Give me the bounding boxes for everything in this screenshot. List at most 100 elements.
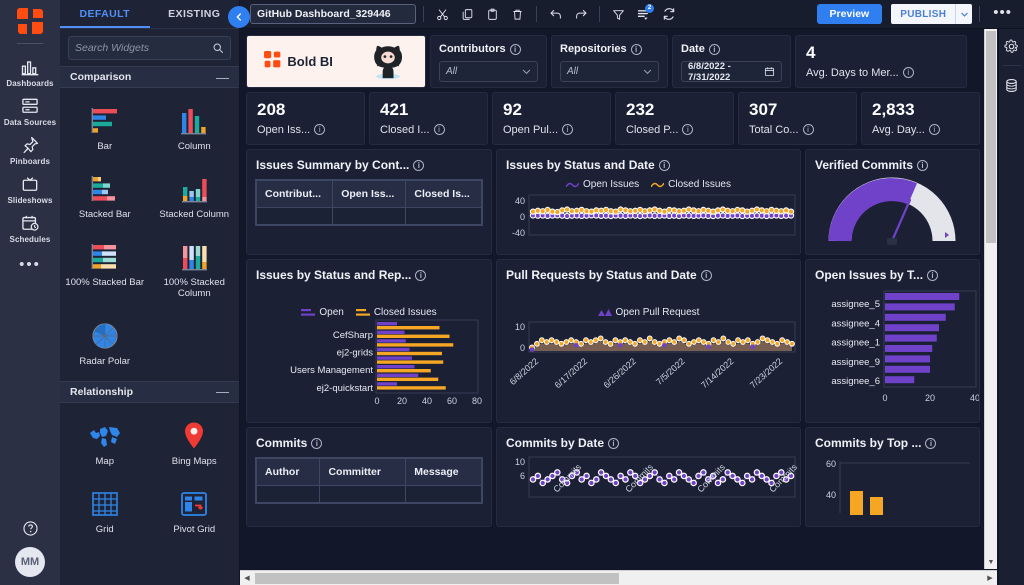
widget-item-stacked-column[interactable]: Stacked Column [150, 164, 240, 232]
column-header[interactable]: Contribut... [257, 181, 333, 208]
canvas-vertical-scrollbar[interactable]: ▲ ▼ [984, 29, 997, 569]
kpi-total-commits[interactable]: 307 Total Co... i [738, 92, 857, 145]
open-issues-by-assignee-widget[interactable]: Open Issues by T... i assignee_5assignee… [805, 259, 980, 423]
commits-grid[interactable]: Author Committer Message [255, 457, 483, 504]
info-icon[interactable]: i [701, 270, 712, 281]
preview-button[interactable]: Preview [817, 4, 883, 24]
filter-button[interactable] [607, 4, 630, 25]
column-header[interactable]: Committer [320, 459, 406, 486]
kpi-closed-pull-requests[interactable]: 232 Closed P... i [615, 92, 734, 145]
widget-item-100-stacked-column[interactable]: 100% Stacked Column [150, 232, 240, 311]
search-icon[interactable] [212, 42, 224, 54]
date-filter-widget[interactable]: Date i 6/8/2022 - 7/31/2022 [672, 35, 791, 88]
kpi-avg-days-to-merge[interactable]: 4 Avg. Days to Mer... i [795, 35, 967, 88]
info-icon[interactable]: i [803, 124, 814, 135]
widget-item-radar-polar[interactable]: Radar Polar [60, 311, 150, 379]
refresh-button[interactable] [657, 4, 680, 25]
help-circle-icon[interactable] [22, 520, 39, 537]
kpi-avg-days[interactable]: 2,833 Avg. Day... i [861, 92, 980, 145]
toolbar-more-button[interactable]: ••• [987, 4, 1018, 25]
sidebar-more-button[interactable]: ••• [19, 257, 41, 272]
legend-item-closed-issues[interactable]: Closed Issues [356, 307, 437, 318]
commits-widget[interactable]: Commits i Author Committer Message [246, 427, 492, 527]
issues-by-status-and-date-widget[interactable]: Issues by Status and Date i Open Issues [496, 149, 801, 255]
tab-default[interactable]: DEFAULT [60, 0, 150, 28]
collapse-minus-icon[interactable]: — [216, 384, 229, 399]
kpi-open-pull-requests[interactable]: 92 Open Pul... i [492, 92, 611, 145]
widget-panel-scroll[interactable]: Comparison — Bar [60, 66, 239, 585]
search-box[interactable] [68, 36, 231, 60]
widget-item-pivot-grid[interactable]: Pivot Grid [150, 479, 240, 547]
pull-requests-by-status-and-date-widget[interactable]: Pull Requests by Status and Date i Open … [496, 259, 801, 423]
kpi-closed-issues[interactable]: 421 Closed I... i [369, 92, 488, 145]
info-icon[interactable]: i [903, 67, 914, 78]
column-header[interactable]: Author [257, 459, 320, 486]
scroll-right-button[interactable]: ▶ [983, 571, 997, 585]
info-icon[interactable]: i [925, 438, 936, 449]
delete-button[interactable] [506, 4, 529, 25]
cut-button[interactable] [431, 4, 454, 25]
widget-group-relationship-header[interactable]: Relationship — [60, 381, 239, 403]
scroll-left-button[interactable]: ◀ [240, 571, 254, 585]
widget-item-bar[interactable]: Bar [60, 96, 150, 164]
boldbi-logo[interactable] [17, 8, 43, 34]
legend-item-open[interactable]: Open [301, 307, 343, 318]
canvas-horizontal-scrollbar[interactable]: ◀ ▶ [240, 570, 997, 585]
info-icon[interactable]: i [682, 124, 693, 135]
widget-item-bing-maps[interactable]: Bing Maps [150, 411, 240, 479]
info-icon[interactable]: i [631, 44, 642, 55]
info-icon[interactable]: i [917, 160, 928, 171]
sidebar-item-pinboards[interactable]: Pinboards [0, 130, 60, 169]
data-button[interactable] [1001, 74, 1023, 96]
avatar[interactable]: MM [15, 547, 45, 577]
collapse-minus-icon[interactable]: — [216, 70, 229, 85]
widget-group-comparison-header[interactable]: Comparison — [60, 66, 239, 88]
sidebar-item-dashboards[interactable]: Dashboards [0, 52, 60, 91]
search-input[interactable] [75, 42, 212, 54]
dashboard-title-input[interactable] [250, 4, 416, 24]
table-row[interactable] [257, 208, 482, 225]
panel-collapse-button[interactable] [228, 6, 250, 28]
info-icon[interactable]: i [510, 44, 521, 55]
undo-button[interactable] [544, 4, 567, 25]
date-range-picker[interactable]: 6/8/2022 - 7/31/2022 [681, 61, 782, 82]
tab-existing[interactable]: EXISTING [150, 0, 240, 28]
widget-item-100-stacked-bar[interactable]: 100% Stacked Bar [60, 232, 150, 311]
settings-button[interactable] [1001, 35, 1023, 57]
widget-item-grid[interactable]: Grid [60, 479, 150, 547]
redo-button[interactable] [569, 4, 592, 25]
info-icon[interactable]: i [434, 124, 445, 135]
table-row[interactable] [257, 486, 482, 503]
sidebar-item-data-sources[interactable]: Data Sources [0, 91, 60, 130]
widget-item-stacked-bar[interactable]: Stacked Bar [60, 164, 150, 232]
legend-item-open-pull-request[interactable]: Open Pull Request [598, 307, 700, 318]
column-header[interactable]: Message [406, 459, 482, 486]
vertical-scroll-thumb[interactable] [986, 31, 996, 243]
info-icon[interactable]: i [415, 270, 426, 281]
publish-dropdown-button[interactable] [955, 4, 972, 24]
issues-summary-by-contributor-widget[interactable]: Issues Summary by Cont... i Contribut...… [246, 149, 492, 255]
widget-item-map[interactable]: Map [60, 411, 150, 479]
legend-item-open-issues[interactable]: Open Issues [566, 179, 639, 190]
scroll-down-button[interactable]: ▼ [985, 556, 997, 569]
contributors-filter-widget[interactable]: Contributors i All [430, 35, 547, 88]
paste-button[interactable] [481, 4, 504, 25]
issues-summary-grid[interactable]: Contribut... Open Iss... Closed Is... [255, 179, 483, 226]
filter-overview-button[interactable]: 2 [632, 4, 655, 25]
dashboard-canvas[interactable]: Bold BI Contributors i [240, 29, 1024, 585]
calendar-icon[interactable] [764, 66, 775, 77]
info-icon[interactable]: i [311, 438, 322, 449]
commits-by-top-contributors-widget[interactable]: Commits by Top ... i 60 40 [805, 427, 980, 527]
info-icon[interactable]: i [709, 44, 720, 55]
repositories-filter-select[interactable]: All [560, 61, 659, 82]
contributors-filter-select[interactable]: All [439, 61, 538, 82]
verified-commits-widget[interactable]: Verified Commits i [805, 149, 980, 255]
brand-logo-widget[interactable]: Bold BI [246, 35, 426, 88]
info-icon[interactable]: i [927, 270, 938, 281]
sidebar-item-schedules[interactable]: Schedules [0, 208, 60, 247]
legend-item-closed-issues[interactable]: Closed Issues [651, 179, 731, 190]
copy-button[interactable] [456, 4, 479, 25]
info-icon[interactable]: i [608, 438, 619, 449]
info-icon[interactable]: i [659, 160, 670, 171]
column-header[interactable]: Open Iss... [333, 181, 406, 208]
